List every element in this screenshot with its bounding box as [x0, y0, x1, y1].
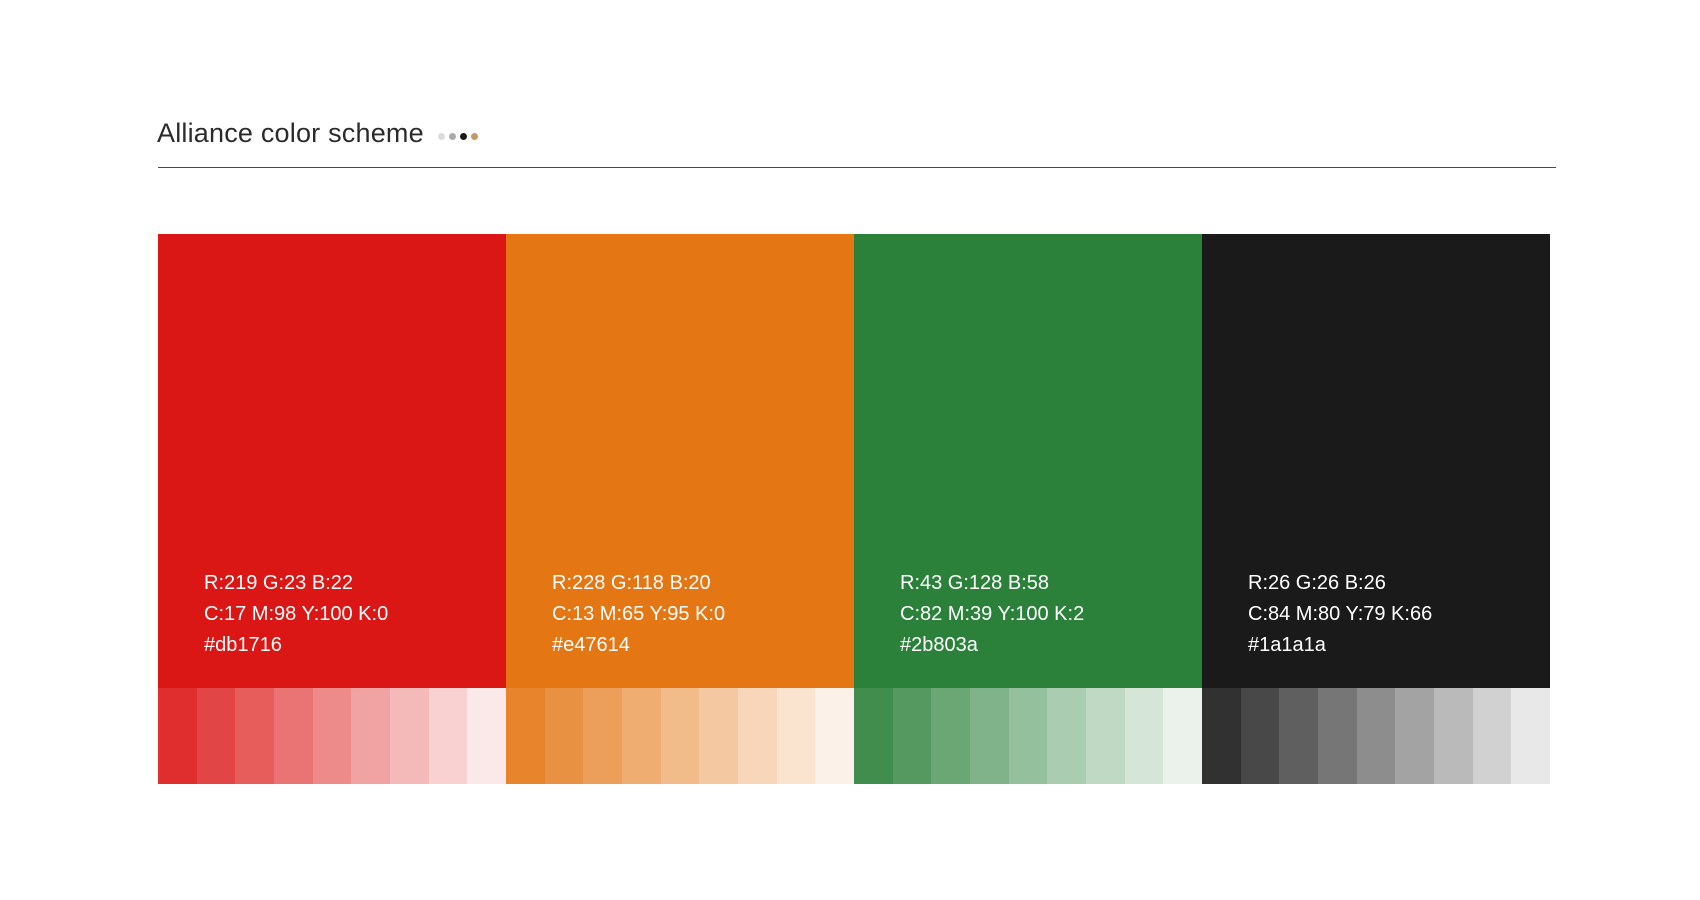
tint-strip: [1202, 688, 1551, 784]
tint-black-2: [1240, 688, 1280, 784]
color-info: R:228 G:118 B:20 C:13 M:65 Y:95 K:0 #e47…: [552, 568, 725, 661]
tint-black-4: [1318, 688, 1357, 784]
cmyk-value: C:13 M:65 Y:95 K:0: [552, 603, 726, 625]
dot-gray: [448, 133, 456, 140]
tint-orange-7: [738, 688, 777, 784]
tint-strip: [506, 688, 855, 784]
tint-orange-1: [506, 688, 545, 784]
tint-black-8: [1472, 688, 1512, 784]
tint-green-7: [1086, 688, 1125, 784]
tint-green-1: [854, 688, 893, 784]
rgb-value: R:43 G:128 B:58: [900, 572, 1049, 594]
tint-red-5: [312, 688, 352, 784]
cmyk-value: C:82 M:39 Y:100 K:2: [900, 603, 1085, 625]
tint-black-6: [1395, 688, 1435, 784]
tint-red-7: [390, 688, 429, 784]
decorative-dots: [437, 133, 478, 140]
color-swatches: R:219 G:23 B:22 C:17 M:98 Y:100 K:0 #db1…: [158, 234, 1551, 784]
dot-black: [459, 133, 467, 140]
tint-green-4: [970, 688, 1009, 784]
color-info: R:219 G:23 B:22 C:17 M:98 Y:100 K:0 #db1…: [204, 568, 388, 661]
color-block: R:43 G:128 B:58 C:82 M:39 Y:100 K:2 #2b8…: [854, 234, 1202, 688]
tint-orange-9: [815, 688, 855, 784]
tint-red-9: [467, 688, 507, 784]
dot-light-gray: [437, 133, 445, 140]
rgb-value: R:228 G:118 B:20: [552, 572, 711, 594]
page-title: Alliance color scheme: [157, 118, 424, 148]
color-block: R:228 G:118 B:20 C:13 M:65 Y:95 K:0 #e47…: [506, 234, 854, 688]
color-info: R:43 G:128 B:58 C:82 M:39 Y:100 K:2 #2b8…: [900, 568, 1084, 661]
tint-green-3: [931, 688, 971, 784]
tint-red-3: [235, 688, 275, 784]
tint-green-6: [1047, 688, 1087, 784]
color-info: R:26 G:26 B:26 C:84 M:80 Y:79 K:66 #1a1a…: [1248, 568, 1432, 661]
header: Alliance color scheme: [157, 118, 478, 149]
tint-black-1: [1202, 688, 1241, 784]
rgb-value: R:26 G:26 B:26: [1248, 572, 1386, 594]
tint-black-9: [1511, 688, 1551, 784]
cmyk-value: C:84 M:80 Y:79 K:66: [1248, 603, 1433, 625]
hex-value: #db1716: [204, 634, 282, 656]
swatch-red: R:219 G:23 B:22 C:17 M:98 Y:100 K:0 #db1…: [158, 234, 507, 784]
color-block: R:26 G:26 B:26 C:84 M:80 Y:79 K:66 #1a1a…: [1202, 234, 1550, 688]
tint-red-1: [158, 688, 197, 784]
tint-strip: [854, 688, 1203, 784]
swatch-orange: R:228 G:118 B:20 C:13 M:65 Y:95 K:0 #e47…: [506, 234, 855, 784]
tint-black-3: [1279, 688, 1319, 784]
tint-red-8: [428, 688, 468, 784]
color-block: R:219 G:23 B:22 C:17 M:98 Y:100 K:0 #db1…: [158, 234, 506, 688]
tint-orange-5: [660, 688, 700, 784]
tint-red-6: [351, 688, 391, 784]
swatch-green: R:43 G:128 B:58 C:82 M:39 Y:100 K:2 #2b8…: [854, 234, 1203, 784]
tint-red-4: [274, 688, 313, 784]
tint-orange-2: [544, 688, 584, 784]
tint-orange-8: [776, 688, 816, 784]
swatch-black: R:26 G:26 B:26 C:84 M:80 Y:79 K:66 #1a1a…: [1202, 234, 1551, 784]
hex-value: #2b803a: [900, 634, 978, 656]
tint-strip: [158, 688, 507, 784]
tint-green-5: [1008, 688, 1048, 784]
rgb-value: R:219 G:23 B:22: [204, 572, 353, 594]
tint-black-5: [1356, 688, 1396, 784]
hex-value: #1a1a1a: [1248, 634, 1326, 656]
hex-value: #e47614: [552, 634, 630, 656]
tint-orange-6: [699, 688, 739, 784]
tint-orange-4: [622, 688, 661, 784]
tint-green-2: [892, 688, 932, 784]
tint-red-2: [196, 688, 236, 784]
tint-green-8: [1124, 688, 1164, 784]
dot-gold: [470, 133, 478, 140]
tint-black-7: [1434, 688, 1473, 784]
tint-orange-3: [583, 688, 623, 784]
header-divider: [158, 167, 1556, 168]
cmyk-value: C:17 M:98 Y:100 K:0: [204, 603, 389, 625]
tint-green-9: [1163, 688, 1203, 784]
